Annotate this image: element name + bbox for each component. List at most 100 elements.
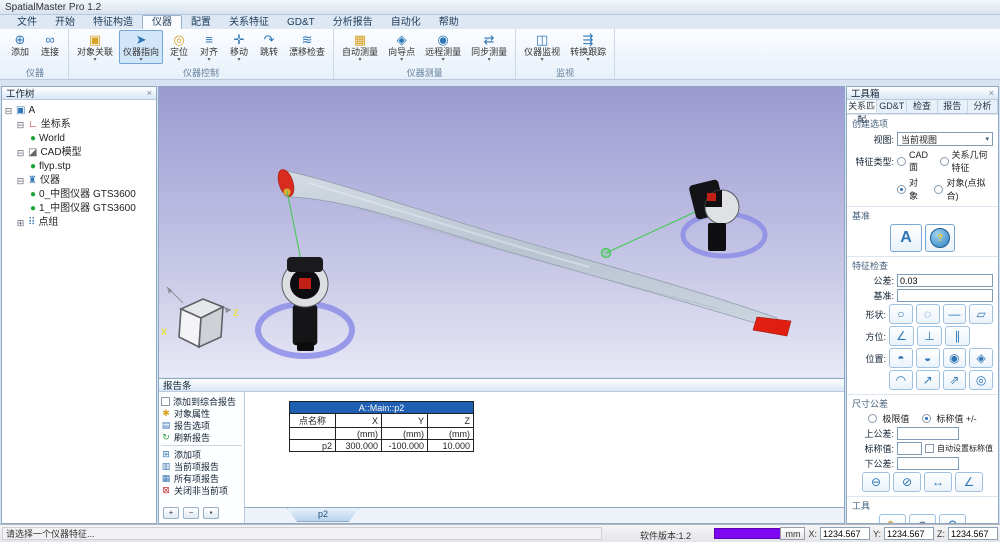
table-row[interactable]: p2 300.000 -100.000 10.000 (290, 440, 474, 452)
radio-object[interactable] (897, 185, 906, 194)
line-profile-icon[interactable]: ◓ (889, 348, 913, 368)
all-items-report-button[interactable]: ▦ 所有项报告 (161, 472, 242, 484)
angularity-icon[interactable]: ∠ (889, 326, 914, 346)
radio-nominal-value[interactable] (922, 414, 931, 423)
add-item-button[interactable]: ⊞ 添加项 (161, 448, 242, 460)
view-select[interactable]: 当前视图 ▾ (897, 132, 993, 146)
add-to-summary-option[interactable]: 添加到综合报告 (161, 395, 242, 407)
add-instrument-button[interactable]: ⊕ 添加 (6, 30, 34, 58)
lower-tolerance-input[interactable] (897, 457, 959, 470)
datum-sphere-button[interactable]: ? (925, 224, 955, 252)
radio-object-fit[interactable] (934, 185, 943, 194)
guide-point-button[interactable]: ◈ 向导点 ▾ (384, 30, 419, 64)
circular-runout-icon[interactable]: ↗ (916, 370, 940, 390)
radio-limit-value[interactable] (868, 414, 877, 423)
tab-check[interactable]: 检查 (907, 100, 937, 113)
cylindricity-icon[interactable]: ◌ (916, 304, 940, 324)
symmetry-icon[interactable]: ◈ (969, 348, 993, 368)
tolerance-input[interactable] (897, 274, 993, 287)
viewport-3d[interactable]: Z X (158, 86, 845, 378)
delete-icon[interactable]: ⊗ (909, 514, 936, 524)
object-properties-button[interactable]: ✱ 对象属性 (161, 407, 242, 419)
concentricity-icon[interactable]: ◎ (969, 370, 993, 390)
tree-node-instrument-1[interactable]: ● 1_中图仪器 GTS3600 (30, 202, 154, 216)
menu-tab-relation-feature[interactable]: 关系特征 (220, 16, 278, 29)
unit-button[interactable]: mm (780, 527, 805, 540)
radio-cad-face[interactable] (897, 157, 906, 166)
tree-node-frames[interactable]: ⊟ ∟ 坐标系 (16, 118, 154, 132)
z-coord-field[interactable] (948, 527, 998, 540)
roundness-icon[interactable]: ○ (889, 304, 913, 324)
tab-relation-match[interactable]: 关系匹配 (847, 100, 877, 113)
distance-icon[interactable]: ↔ (924, 472, 952, 492)
true-position-icon[interactable]: ◉ (943, 348, 967, 368)
close-icon[interactable]: × (989, 88, 994, 98)
menu-tab-gdt[interactable]: GD&T (278, 16, 324, 29)
instrument-monitor-button[interactable]: ◫ 仪器监视 ▾ (520, 30, 564, 64)
menu-tab-file[interactable]: 文件 (8, 16, 46, 29)
auto-measure-button[interactable]: ▦ 自动测量 ▾ (338, 30, 382, 64)
drift-check-button[interactable]: ≋ 漂移检查 (285, 30, 329, 58)
tree-node-root[interactable]: ⊟ ▣ A (4, 104, 154, 118)
close-non-current-button[interactable]: ⊠ 关闭非当前项 (161, 484, 242, 496)
tab-gdt[interactable]: GD&T (877, 100, 907, 113)
menu-tab-analysis-report[interactable]: 分析报告 (324, 16, 382, 29)
refresh-report-button[interactable]: ↻ 刷新报告 (161, 431, 242, 443)
current-item-report-button[interactable]: ▥ 当前项报告 (161, 460, 242, 472)
parallelism-icon[interactable]: ∥ (945, 326, 970, 346)
upper-tolerance-input[interactable] (897, 427, 959, 440)
tree-node-flyp[interactable]: ● flyp.stp (30, 160, 154, 174)
perpendicularity-icon[interactable]: ⊥ (917, 326, 942, 346)
point-table[interactable]: A::Main::p2 点名称 X Y Z (mm) (mm) (289, 401, 474, 452)
tree-node-world[interactable]: ● World (30, 132, 154, 146)
instrument-aim-button[interactable]: ➤ 仪器指向 ▾ (119, 30, 163, 64)
locate-button[interactable]: ◎ 定位 ▾ (165, 30, 193, 64)
datum-label-button[interactable]: A (890, 224, 922, 252)
report-tab-p2[interactable]: p2 (287, 508, 359, 522)
zoom-out-button[interactable]: − (183, 507, 199, 519)
radio-relation-geometry[interactable] (940, 157, 949, 166)
collapse-icon[interactable]: ⊟ (16, 121, 25, 130)
flatness-icon[interactable]: ▱ (969, 304, 993, 324)
collapse-icon[interactable]: ⊟ (4, 107, 13, 116)
expand-icon[interactable]: ⊞ (16, 219, 25, 228)
arc-profile-icon[interactable]: ◠ (889, 370, 913, 390)
probe-icon[interactable]: ⚲ (939, 514, 966, 524)
y-coord-field[interactable] (884, 527, 934, 540)
menu-tab-instrument[interactable]: 仪器 (142, 15, 182, 29)
angle-icon[interactable]: ∠ (955, 472, 983, 492)
report-options-button[interactable]: ▤ 报告选项 (161, 419, 242, 431)
total-runout-icon[interactable]: ⇗ (943, 370, 967, 390)
tree-node-cad[interactable]: ⊟ ◪ CAD模型 (16, 146, 154, 160)
menu-tab-automation[interactable]: 自动化 (382, 16, 430, 29)
menu-tab-config[interactable]: 配置 (182, 16, 220, 29)
menu-tab-help[interactable]: 帮助 (430, 16, 468, 29)
tab-report[interactable]: 报告 (938, 100, 968, 113)
straightness-icon[interactable]: — (943, 304, 967, 324)
sync-measure-button[interactable]: ⇄ 同步测量 ▾ (467, 30, 511, 64)
x-coord-field[interactable] (820, 527, 870, 540)
close-icon[interactable]: × (147, 88, 152, 98)
object-link-button[interactable]: ▣ 对象关联 ▾ (73, 30, 117, 64)
radius-icon[interactable]: ⊘ (893, 472, 921, 492)
remote-measure-button[interactable]: ◉ 远程测量 ▾ (421, 30, 465, 64)
diameter-icon[interactable]: ⊖ (862, 472, 890, 492)
menu-tab-feature-construct[interactable]: 特征构造 (84, 16, 142, 29)
surface-profile-icon[interactable]: ◒ (916, 348, 940, 368)
edit-report-icon[interactable]: ✎ (879, 514, 906, 524)
collapse-icon[interactable]: ⊟ (16, 177, 25, 186)
zoom-in-button[interactable]: + (163, 507, 179, 519)
add-to-summary-checkbox[interactable] (161, 397, 170, 406)
fit-button[interactable]: ▪ (203, 507, 219, 519)
tab-analysis[interactable]: 分析 (968, 100, 998, 113)
menu-tab-start[interactable]: 开始 (46, 16, 84, 29)
nominal-input[interactable] (897, 442, 922, 455)
datum-input[interactable] (897, 289, 993, 302)
move-button[interactable]: ✛ 移动 ▾ (225, 30, 253, 64)
tree-node-instruments[interactable]: ⊟ ♜ 仪器 (16, 174, 154, 188)
tree-node-instrument-0[interactable]: ● 0_中图仪器 GTS3600 (30, 188, 154, 202)
collapse-icon[interactable]: ⊟ (16, 149, 25, 158)
jump-button[interactable]: ↷ 跳转 (255, 30, 283, 58)
align-button[interactable]: ≡ 对齐 ▾ (195, 30, 223, 64)
auto-nominal-checkbox[interactable] (925, 444, 934, 453)
